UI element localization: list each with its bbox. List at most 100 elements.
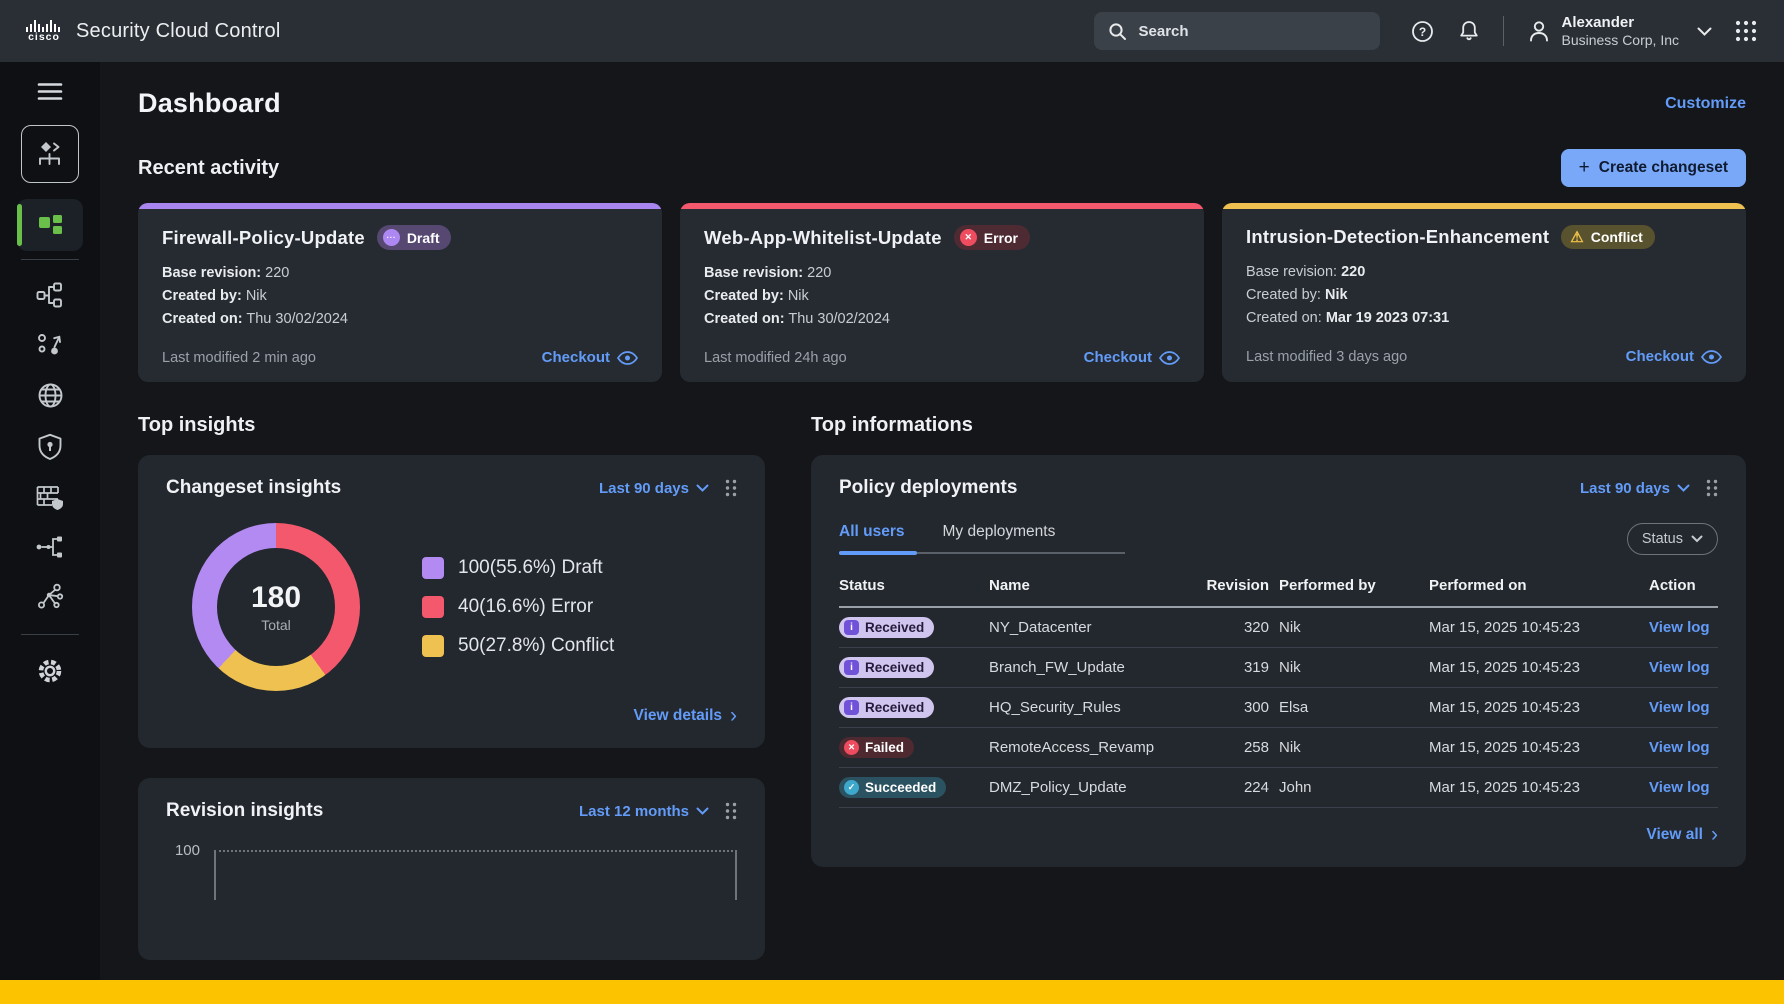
donut-total-value: 180: [251, 581, 301, 615]
tab-my-deployments[interactable]: My deployments: [942, 523, 1055, 541]
user-profile-menu[interactable]: Alexander Business Corp, Inc: [1526, 14, 1713, 49]
range-selector[interactable]: Last 90 days: [599, 480, 709, 497]
topbar-divider: [1503, 16, 1504, 46]
revision-insights-chart: 100: [166, 850, 737, 960]
sidebar-item-integrations[interactable]: [37, 583, 64, 610]
view-log-link[interactable]: View log: [1649, 739, 1718, 756]
donut-legend: 100(55.6%) Draft 40(16.6%) Error 50(27.8…: [422, 557, 614, 657]
legend-swatch: [422, 635, 444, 657]
range-selector[interactable]: Last 12 months: [579, 803, 709, 820]
changeset-card-meta: Base revision: 220 Created by: Nik Creat…: [704, 262, 1180, 331]
sidebar: [0, 62, 100, 1004]
sidebar-item-dashboard[interactable]: [17, 199, 83, 251]
cisco-logo-text: cisco: [28, 31, 60, 43]
range-selector[interactable]: Last 90 days: [1580, 480, 1690, 497]
changeset-card-error[interactable]: Web-App-Whitelist-Update ✕ Error Base re…: [680, 203, 1204, 382]
checkout-link[interactable]: Checkout: [1626, 348, 1722, 365]
recent-activity-cards: Firewall-Policy-Update ··· Draft Base re…: [138, 203, 1746, 382]
drag-handle-icon[interactable]: [1706, 479, 1718, 497]
y-axis-tick-label: 100: [166, 842, 200, 859]
donut-center: 180 Total: [217, 548, 335, 666]
customize-link[interactable]: Customize: [1665, 95, 1746, 113]
chevron-down-icon: [1677, 484, 1690, 492]
sidebar-item-changeset-creator[interactable]: [21, 125, 79, 183]
info-icon: i: [844, 700, 859, 715]
menu-hamburger-icon[interactable]: [37, 82, 63, 101]
drag-handle-icon[interactable]: [725, 479, 737, 497]
chevron-down-icon: [1697, 27, 1712, 36]
view-log-link[interactable]: View log: [1649, 619, 1718, 636]
table-row: iReceived Branch_FW_Update 319 Nik Mar 1…: [839, 648, 1718, 688]
create-changeset-button[interactable]: + Create changeset: [1561, 149, 1746, 187]
sidebar-item-security-shield-icon[interactable]: [37, 433, 63, 461]
error-cross-icon: ✕: [960, 229, 977, 246]
column-header-name: Name: [989, 577, 1199, 594]
view-log-link[interactable]: View log: [1649, 779, 1718, 796]
info-icon: i: [844, 660, 859, 675]
bottom-highlight-bar: [0, 980, 1784, 1004]
warning-triangle-icon: ⚠: [1570, 230, 1583, 245]
revision-chart-plot-area: [214, 850, 737, 960]
changeset-card-conflict[interactable]: Intrusion-Detection-Enhancement ⚠ Confli…: [1222, 203, 1746, 382]
search-icon: [1108, 22, 1127, 41]
deployment-revision: 224: [1199, 779, 1279, 796]
sidebar-item-migration[interactable]: [37, 332, 63, 358]
performed-by: John: [1279, 779, 1429, 796]
notifications-bell-icon[interactable]: [1457, 19, 1481, 44]
changeset-card-title: Web-App-Whitelist-Update: [704, 227, 942, 249]
view-all-link[interactable]: View all ›: [1646, 824, 1718, 845]
search-box[interactable]: [1094, 12, 1380, 50]
view-details-link[interactable]: View details ›: [634, 705, 737, 726]
panel-title: Revision insights: [166, 800, 323, 822]
sidebar-divider: [21, 634, 79, 635]
app-title: Security Cloud Control: [76, 20, 281, 43]
status-badge-error: ✕ Error: [954, 225, 1030, 250]
deployment-name: DMZ_Policy_Update: [989, 779, 1199, 796]
deployment-name: NY_Datacenter: [989, 619, 1199, 636]
drag-handle-icon[interactable]: [725, 802, 737, 820]
performed-by: Elsa: [1279, 699, 1429, 716]
legend-swatch: [422, 557, 444, 579]
checkout-link[interactable]: Checkout: [1084, 349, 1180, 366]
active-tab-indicator: [839, 551, 917, 555]
cross-icon: ✕: [844, 740, 859, 755]
status-badge-received: iReceived: [839, 657, 934, 678]
deployment-name: HQ_Security_Rules: [989, 699, 1199, 716]
column-header-status: Status: [839, 577, 989, 594]
sidebar-item-internet-globe-icon[interactable]: [37, 382, 64, 409]
changeset-card-draft[interactable]: Firewall-Policy-Update ··· Draft Base re…: [138, 203, 662, 382]
column-header-performed-by: Performed by: [1279, 577, 1429, 594]
legend-item-error: 40(16.6%) Error: [422, 596, 614, 618]
cisco-logo: cisco: [26, 19, 62, 43]
settings-gear-icon[interactable]: [36, 657, 64, 685]
help-icon[interactable]: ?: [1410, 19, 1435, 44]
checkout-link[interactable]: Checkout: [542, 349, 638, 366]
status-badge-failed: ✕Failed: [839, 737, 914, 758]
changeset-card-title: Intrusion-Detection-Enhancement: [1246, 226, 1549, 248]
changeset-card-meta: Base revision: 220 Created by: Nik Creat…: [162, 262, 638, 331]
app-grid-icon[interactable]: [1734, 19, 1758, 43]
sidebar-item-topology[interactable]: [36, 282, 64, 308]
draft-ellipsis-icon: ···: [383, 229, 400, 246]
status-badge-received: iReceived: [839, 697, 934, 718]
status-badge-draft: ··· Draft: [377, 225, 452, 250]
deployment-revision: 319: [1199, 659, 1279, 676]
sidebar-item-network-objects[interactable]: [36, 535, 64, 559]
chevron-right-icon: ›: [1711, 824, 1718, 845]
eye-icon: [617, 351, 638, 365]
status-filter-dropdown[interactable]: Status: [1627, 523, 1718, 555]
user-avatar-icon: [1526, 18, 1552, 44]
status-badge-received: iReceived: [839, 617, 934, 638]
info-icon: i: [844, 620, 859, 635]
tab-all-users[interactable]: All users: [839, 523, 904, 541]
view-log-link[interactable]: View log: [1649, 699, 1718, 716]
view-log-link[interactable]: View log: [1649, 659, 1718, 676]
sidebar-item-firewall-icon[interactable]: [36, 485, 64, 511]
table-row: ✓Succeeded DMZ_Policy_Update 224 John Ma…: [839, 768, 1718, 808]
main-content: Dashboard Customize Recent activity + Cr…: [100, 62, 1784, 1004]
search-input[interactable]: [1137, 22, 1366, 41]
chevron-down-icon: [1691, 535, 1703, 543]
status-badge-succeeded: ✓Succeeded: [839, 777, 946, 798]
legend-swatch: [422, 596, 444, 618]
deployment-name: RemoteAccess_Revamp: [989, 739, 1199, 756]
